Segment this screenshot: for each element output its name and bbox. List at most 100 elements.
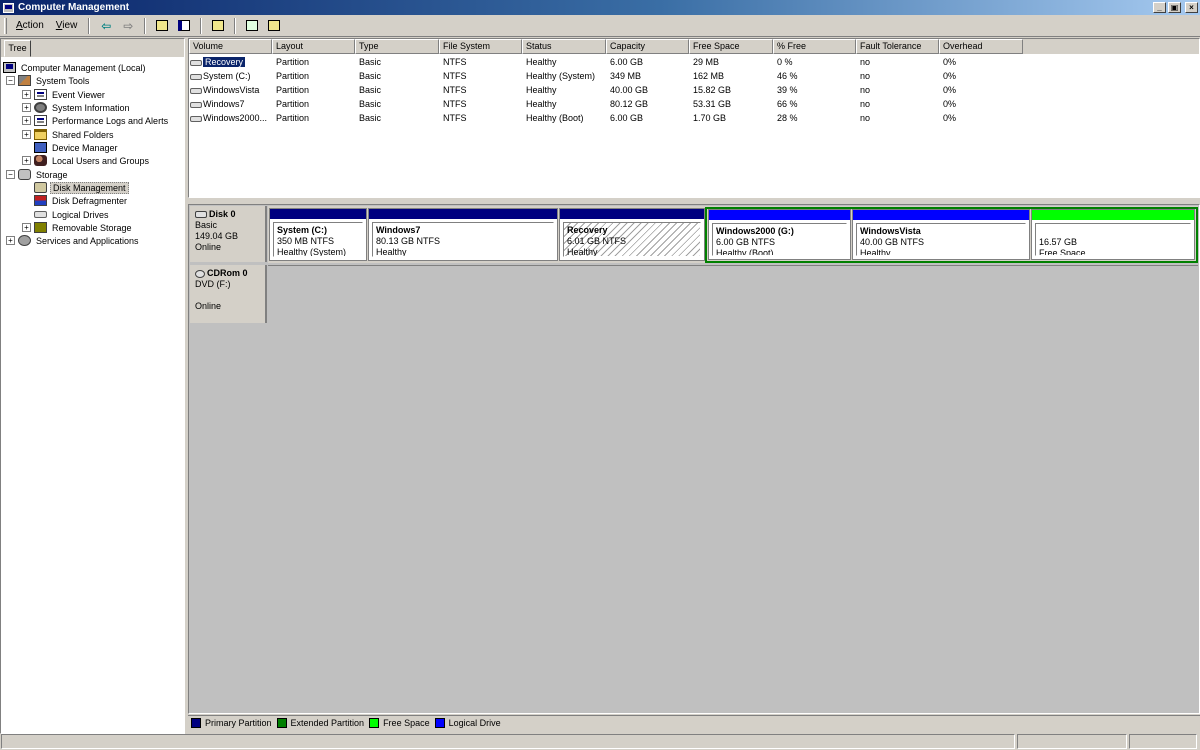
- tree-item-event-viewer[interactable]: + Event Viewer: [22, 88, 107, 101]
- expand-icon[interactable]: +: [22, 103, 31, 112]
- column-header-layout[interactable]: Layout: [272, 39, 355, 54]
- back-button[interactable]: ⇦: [97, 18, 115, 34]
- volume-name: Windows7: [203, 99, 245, 109]
- close-button[interactable]: ×: [1185, 2, 1198, 13]
- disk-type: Basic: [195, 220, 218, 230]
- partition-size: 6.01 GB NTFS: [567, 236, 627, 246]
- menu-action[interactable]: Action: [10, 18, 50, 33]
- cdrom-0-label[interactable]: CDRom 0 DVD (F:) Online: [190, 265, 267, 323]
- defrag-icon: [34, 195, 47, 206]
- expand-icon[interactable]: +: [22, 90, 31, 99]
- expand-icon[interactable]: +: [22, 116, 31, 125]
- up-folder-icon: [156, 20, 169, 31]
- file-system-cell: NTFS: [443, 99, 467, 109]
- table-row[interactable]: Recovery Partition Basic NTFS Healthy 6.…: [189, 55, 1199, 69]
- column-header-status[interactable]: Status: [522, 39, 606, 54]
- window-title: Computer Management: [18, 2, 130, 13]
- expand-icon[interactable]: +: [22, 156, 31, 165]
- partition-system-c[interactable]: System (C:) 350 MB NTFS Healthy (System): [269, 208, 367, 261]
- cdrom-0-name: CDRom 0: [195, 268, 265, 279]
- toolbar-separator: [144, 17, 147, 34]
- tools-icon: [18, 75, 31, 86]
- partition-name: Recovery: [567, 225, 608, 235]
- tree-item-shared-folders[interactable]: + Shared Folders: [22, 128, 116, 141]
- status-panel: [1017, 734, 1127, 749]
- tree-item-device-manager[interactable]: Device Manager: [34, 141, 120, 154]
- free-space-region[interactable]: 16.57 GB Free Space: [1031, 209, 1195, 260]
- legend-extended-partition: Extended Partition: [276, 718, 364, 728]
- partition-windowsvista[interactable]: WindowsVista 40.00 GB NTFS Healthy: [852, 209, 1030, 260]
- free-space-bar: [1032, 210, 1194, 220]
- disk-type: DVD (F:): [195, 279, 231, 289]
- tree-item-label: System Tools: [36, 75, 90, 86]
- show-hide-tree-button[interactable]: [175, 18, 193, 34]
- volume-cell: WindowsVista: [189, 83, 272, 97]
- partition-details: 16.57 GB Free Space: [1035, 223, 1191, 256]
- tree-item-logical-drives[interactable]: Logical Drives: [34, 208, 111, 221]
- forward-icon: ⇨: [123, 18, 134, 33]
- collapse-icon[interactable]: −: [6, 170, 15, 179]
- table-row[interactable]: WindowsVista Partition Basic NTFS Health…: [189, 83, 1199, 97]
- cdrom-0-area[interactable]: [268, 265, 1198, 323]
- event-viewer-icon: [34, 89, 47, 100]
- tree-item-services-applications[interactable]: + Services and Applications: [6, 234, 141, 247]
- tree-item-removable-storage[interactable]: + Removable Storage: [22, 221, 134, 234]
- partition-windows2000-g[interactable]: Windows2000 (G:) 6.00 GB NTFS Healthy (B…: [708, 209, 851, 260]
- tree-item-local-users[interactable]: + Local Users and Groups: [22, 154, 151, 167]
- partition-name: System (C:): [277, 225, 328, 235]
- tree-item-performance-logs[interactable]: + Performance Logs and Alerts: [22, 114, 170, 127]
- tree-item-computer-management[interactable]: Computer Management (Local): [3, 61, 148, 74]
- column-header-volume[interactable]: Volume: [189, 39, 272, 54]
- table-row[interactable]: Windows2000... Partition Basic NTFS Heal…: [189, 111, 1199, 125]
- tree-item-disk-defragmenter[interactable]: Disk Defragmenter: [34, 194, 129, 207]
- column-header-fault-tolerance[interactable]: Fault Tolerance: [856, 39, 939, 54]
- table-row[interactable]: Windows7 Partition Basic NTFS Healthy 80…: [189, 97, 1199, 111]
- volume-icon: [190, 59, 202, 66]
- column-header-percent-free[interactable]: % Free: [773, 39, 856, 54]
- tree-item-disk-management[interactable]: Disk Management: [34, 181, 129, 194]
- tree-item-label: Logical Drives: [52, 209, 109, 220]
- column-header-overhead[interactable]: Overhead: [939, 39, 1023, 54]
- column-header-type[interactable]: Type: [355, 39, 439, 54]
- expand-icon[interactable]: +: [22, 223, 31, 232]
- capacity-cell: 6.00 GB: [610, 57, 644, 67]
- up-folder-button[interactable]: [153, 18, 171, 34]
- tab-tree[interactable]: Tree: [4, 40, 31, 57]
- partition-windows7[interactable]: Windows7 80.13 GB NTFS Healthy: [368, 208, 558, 261]
- refresh-button[interactable]: [243, 18, 261, 34]
- disk-0-label[interactable]: Disk 0 Basic 149.04 GB Online: [190, 206, 267, 262]
- volume-icon: [190, 87, 202, 94]
- tree-item-system-information[interactable]: + System Information: [22, 101, 132, 114]
- capacity-cell: 40.00 GB: [610, 85, 649, 95]
- column-header-file-system[interactable]: File System: [439, 39, 522, 54]
- collapse-icon[interactable]: −: [6, 76, 15, 85]
- properties-button[interactable]: [209, 18, 227, 34]
- free-space-cell: 53.31 GB: [693, 99, 732, 109]
- forward-button[interactable]: ⇨: [119, 18, 137, 34]
- legend-primary-partition: Primary Partition: [191, 718, 272, 728]
- computer-management-app-icon[interactable]: [3, 2, 14, 13]
- tree-item-storage[interactable]: − Storage: [6, 168, 70, 181]
- partition-status: Healthy: [376, 247, 407, 257]
- partition-recovery[interactable]: Recovery 6.01 GB NTFS Healthy: [559, 208, 705, 261]
- partition-details: Windows2000 (G:) 6.00 GB NTFS Healthy (B…: [712, 223, 847, 256]
- export-button[interactable]: [265, 18, 283, 34]
- maximize-button[interactable]: ▣: [1168, 2, 1181, 13]
- column-header-capacity[interactable]: Capacity: [606, 39, 689, 54]
- layout-cell: Partition: [276, 113, 310, 123]
- disk-status: Online: [195, 301, 222, 311]
- table-row[interactable]: System (C:) Partition Basic NTFS Healthy…: [189, 69, 1199, 83]
- expand-icon[interactable]: +: [22, 130, 31, 139]
- partition-name: Windows2000 (G:): [716, 226, 794, 236]
- overhead-cell: 0%: [943, 71, 957, 81]
- tree-item-system-tools[interactable]: − System Tools: [6, 74, 91, 87]
- column-header-free-space[interactable]: Free Space: [689, 39, 773, 54]
- overhead-cell: 0%: [943, 113, 957, 123]
- minimize-button[interactable]: _: [1153, 2, 1166, 13]
- disk-name: CDRom 0: [207, 268, 248, 278]
- partition-status: Healthy: [567, 247, 598, 257]
- logical-drive-bar: [709, 210, 850, 220]
- menu-view[interactable]: View: [50, 18, 84, 33]
- toolbar-grip[interactable]: [4, 17, 7, 34]
- expand-icon[interactable]: +: [6, 236, 15, 245]
